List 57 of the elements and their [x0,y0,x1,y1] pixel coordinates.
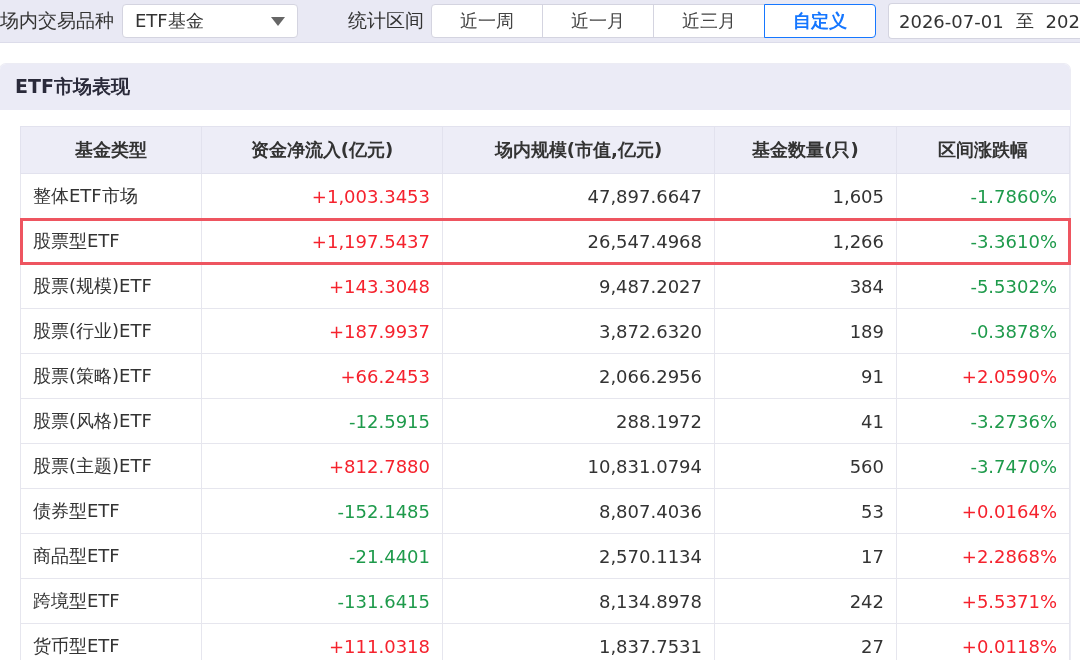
table-cell: +2.0590% [896,353,1070,399]
table-cell: -5.5302% [896,263,1070,309]
table-cell: +187.9937 [201,308,443,354]
table-cell: 商品型ETF [20,533,202,579]
table-cell: +812.7880 [201,443,443,489]
table-cell: 242 [714,578,897,624]
table-cell: 189 [714,308,897,354]
table-cell: 41 [714,398,897,444]
column-header: 区间涨跌幅 [896,126,1070,174]
table-cell: +66.2453 [201,353,443,399]
table-cell: 整体ETF市场 [20,173,202,219]
table-cell: 17 [714,533,897,579]
table-cell: 384 [714,263,897,309]
table-cell: 股票(主题)ETF [20,443,202,489]
table-cell: 9,487.2027 [442,263,715,309]
period-tab[interactable]: 近一周 [431,4,543,38]
table-cell: -12.5915 [201,398,443,444]
period-tab[interactable]: 近一月 [542,4,654,38]
column-header: 基金类型 [20,126,202,174]
product-select[interactable]: ETF基金 [122,4,298,38]
table-cell: 债券型ETF [20,488,202,534]
table-cell: 股票(策略)ETF [20,353,202,399]
table-cell: +5.5371% [896,578,1070,624]
card-title: ETF市场表现 [15,74,130,99]
table-cell: 货币型ETF [20,623,202,660]
table-cell: 股票(行业)ETF [20,308,202,354]
column-header: 场内规模(市值,亿元) [442,126,715,174]
filter-label: 统计区间 [348,8,424,33]
table-cell: +0.0164% [896,488,1070,534]
table-cell: 8,134.8978 [442,578,715,624]
table-cell: 53 [714,488,897,534]
table-cell: -3.2736% [896,398,1070,444]
table-cell: -131.6415 [201,578,443,624]
period-tab[interactable]: 近三月 [653,4,765,38]
table-cell: 8,807.4036 [442,488,715,534]
period-tab[interactable]: 自定义 [764,4,876,38]
table-cell: 91 [714,353,897,399]
table-cell: 股票(风格)ETF [20,398,202,444]
table-cell: 跨境型ETF [20,578,202,624]
caret-icon [271,16,285,26]
table-cell: 288.1972 [442,398,715,444]
table-cell: -0.3878% [896,308,1070,354]
table-cell: +143.3048 [201,263,443,309]
table-cell: 3,872.6320 [442,308,715,354]
table-cell: +2.2868% [896,533,1070,579]
table-cell: -3.7470% [896,443,1070,489]
table-cell: 10,831.0794 [442,443,715,489]
column-header: 基金数量(只) [714,126,897,174]
table-cell: -152.1485 [201,488,443,534]
filter-label: 场内交易品种 [0,8,114,33]
table-cell: 股票(规模)ETF [20,263,202,309]
table-cell: 560 [714,443,897,489]
column-header: 资金净流入(亿元) [201,126,443,174]
table-cell: 2,066.2956 [442,353,715,399]
table-cell: -21.4401 [201,533,443,579]
table-cell: 2,570.1134 [442,533,715,579]
date-range-field[interactable]: 2026-07-01 至 202 [888,3,1080,39]
